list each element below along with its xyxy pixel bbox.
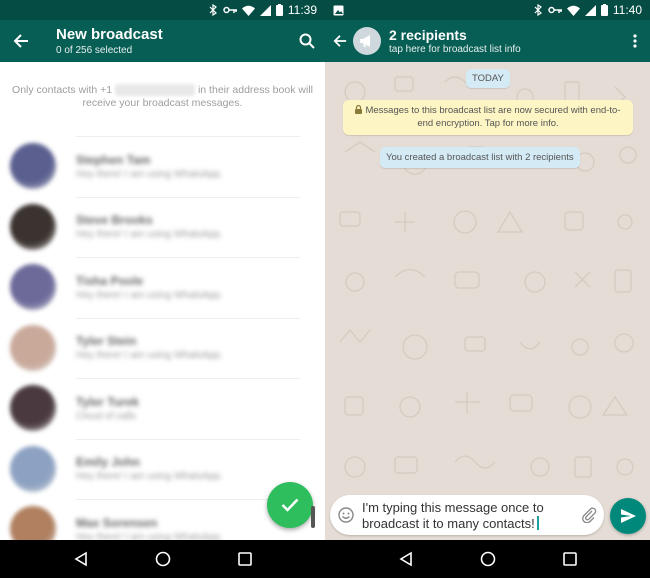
encryption-text: Messages to this broadcast list are now … — [365, 105, 621, 129]
emoji-button[interactable] — [330, 507, 362, 523]
overflow-menu-button[interactable] — [620, 20, 650, 62]
contact-row[interactable]: Stephen Tam Hey there! I am using WhatsAp… — [0, 136, 325, 197]
send-icon — [620, 509, 636, 523]
avatar — [10, 203, 56, 250]
attach-icon — [582, 507, 597, 523]
avatar — [10, 385, 56, 432]
wifi-icon — [241, 5, 255, 16]
contact-row[interactable]: Tyler Turek Cloud of calls — [0, 378, 325, 439]
chat-title: 2 recipients — [389, 26, 467, 43]
contact-row[interactable]: Tisha Poole Hey there! I am using WhatsAp… — [0, 257, 325, 318]
contact-status: Cloud of calls — [76, 410, 137, 422]
bluetooth-icon — [534, 4, 542, 16]
wifi-icon — [566, 5, 580, 16]
check-icon — [281, 498, 299, 512]
key-icon — [223, 6, 237, 14]
search-icon — [299, 33, 315, 49]
contact-status: Hey there! I am using WhatsApp. — [76, 471, 223, 483]
system-navigation-bar — [0, 540, 650, 578]
notice-prefix: Only contacts with +1 — [12, 84, 113, 96]
contact-name: Stephen Tam — [76, 152, 151, 167]
date-divider: TODAY — [466, 69, 510, 88]
contact-status: Hey there! I am using WhatsApp. — [76, 168, 223, 180]
status-bar: 11:39 — [0, 0, 325, 20]
message-input[interactable]: I'm typing this message once to broadcas… — [362, 499, 574, 532]
bluetooth-icon — [209, 4, 217, 16]
nav-recents-icon[interactable] — [563, 552, 577, 566]
scrollbar[interactable] — [311, 506, 315, 528]
text-caret — [536, 515, 539, 530]
search-button[interactable] — [289, 20, 325, 62]
avatar — [10, 445, 56, 492]
redacted-number — [115, 84, 196, 97]
back-button[interactable] — [329, 20, 351, 62]
contact-status: Hey there! I am using WhatsApp. — [76, 289, 223, 301]
message-composer[interactable]: I'm typing this message once to broadcas… — [330, 495, 604, 535]
image-notification-icon — [333, 5, 344, 15]
battery-icon — [600, 4, 608, 16]
confirm-fab-button[interactable] — [267, 482, 313, 528]
avatar — [10, 264, 56, 311]
more-vert-icon — [633, 34, 637, 48]
chat-toolbar[interactable]: 2 recipients tap here for broadcast list… — [325, 20, 650, 62]
contact-name: Emily John — [76, 455, 141, 470]
contact-row[interactable]: Tyler Stein Hey there! I am using WhatsAp… — [0, 317, 325, 379]
status-bar: 11:40 — [325, 0, 650, 20]
contact-status: Hey there! I am using WhatsApp. — [76, 531, 223, 540]
nav-back-icon[interactable] — [398, 551, 414, 567]
emoji-icon — [338, 507, 354, 523]
contact-name: Tyler Stein — [76, 334, 137, 349]
nav-back-icon[interactable] — [73, 551, 89, 567]
contact-name: Max Sorensen — [76, 515, 158, 530]
signal-icon — [259, 4, 271, 16]
chat-header-info[interactable]: 2 recipients tap here for broadcast list… — [381, 27, 620, 56]
arrow-back-icon — [333, 35, 347, 47]
signal-icon — [584, 4, 596, 16]
nav-home-icon[interactable] — [480, 551, 496, 567]
attach-button[interactable] — [574, 507, 604, 523]
battery-icon — [275, 4, 283, 16]
contact-name: Tyler Turek — [76, 394, 139, 409]
broadcast-chat-screen: 11:40 2 recipients tap here for broadcas… — [325, 0, 650, 540]
status-time: 11:39 — [287, 3, 317, 17]
back-button[interactable] — [0, 20, 42, 62]
arrow-back-icon — [13, 34, 28, 48]
send-button[interactable] — [610, 498, 646, 534]
system-message: You created a broadcast list with 2 reci… — [380, 147, 580, 168]
page-title: New broadcast — [56, 25, 163, 43]
contact-name: Tisha Poole — [76, 273, 144, 288]
new-broadcast-screen: 11:39 New broadcast 0 of 256 selected On… — [0, 0, 325, 540]
chat-subtitle: tap here for broadcast list info — [389, 43, 521, 55]
contact-row[interactable]: Steve Brooks Hey there! I am using WhatsA… — [0, 196, 325, 258]
contact-name: Steve Brooks — [76, 213, 153, 228]
nav-recents-icon[interactable] — [238, 552, 252, 566]
key-icon — [548, 6, 562, 14]
status-time: 11:40 — [612, 3, 642, 17]
message-text: I'm typing this message once to broadcas… — [362, 499, 544, 531]
contact-list: Stephen Tam Hey there! I am using WhatsAp… — [0, 136, 325, 540]
contact-status: Hey there! I am using WhatsApp. — [76, 229, 223, 241]
broadcast-notice: Only contacts with +1 in their address b… — [0, 62, 325, 136]
contact-status: Hey there! I am using WhatsApp. — [76, 350, 223, 362]
avatar — [10, 143, 56, 190]
avatar — [10, 324, 56, 371]
toolbar: New broadcast 0 of 256 selected — [0, 20, 325, 62]
selection-count: 0 of 256 selected — [56, 44, 133, 56]
lock-icon — [355, 105, 363, 114]
encryption-notice[interactable]: Messages to this broadcast list are now … — [343, 100, 633, 135]
broadcast-avatar[interactable] — [353, 27, 381, 55]
avatar — [10, 506, 56, 540]
megaphone-icon — [360, 35, 370, 47]
nav-home-icon[interactable] — [155, 551, 171, 567]
